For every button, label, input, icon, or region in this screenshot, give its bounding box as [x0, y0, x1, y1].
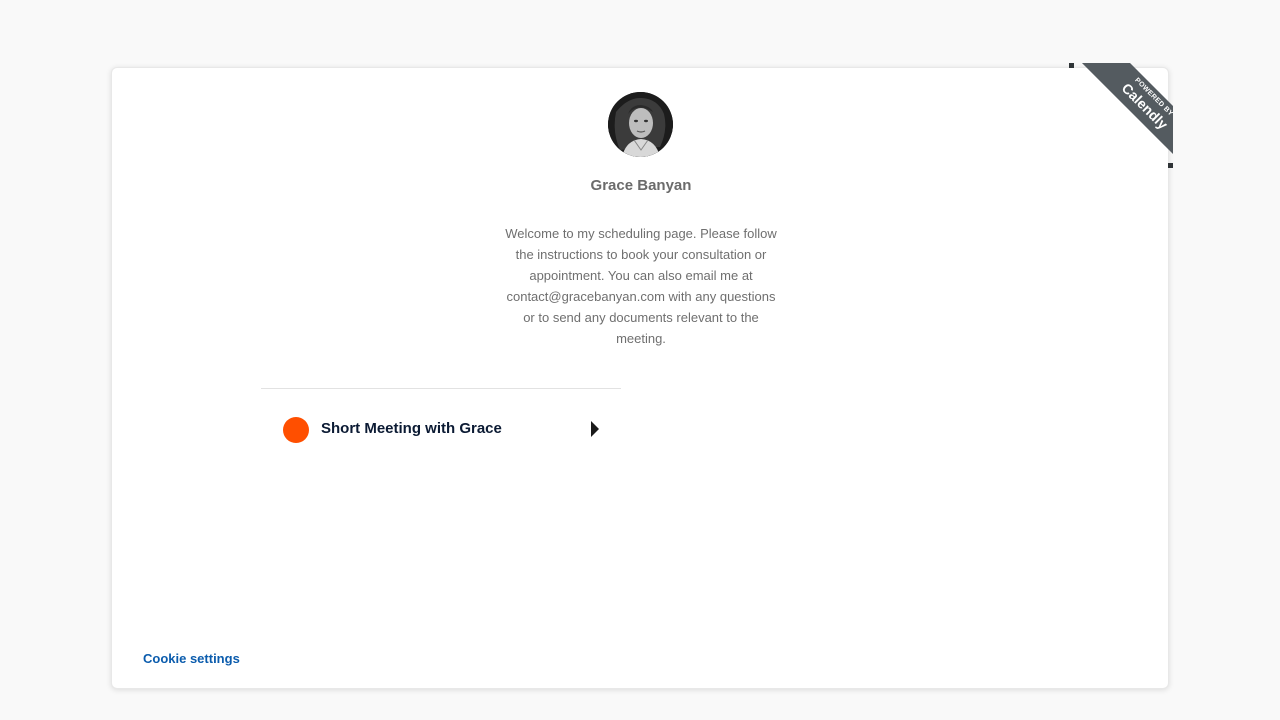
powered-by-calendly-badge[interactable]: POWERED BY Calendly	[1069, 63, 1173, 168]
scheduling-card: POWERED BY Calendly Grace Banyan Welcome…	[111, 63, 1173, 689]
avatar-photo	[608, 92, 673, 157]
ribbon-banner: POWERED BY Calendly	[1081, 63, 1173, 168]
divider	[261, 388, 621, 389]
cookie-settings-link[interactable]: Cookie settings	[143, 651, 240, 666]
welcome-message: Welcome to my scheduling page. Please fo…	[505, 226, 777, 346]
owner-name: Grace Banyan	[590, 177, 692, 194]
event-color-dot	[283, 417, 309, 443]
event-type-item[interactable]: Short Meeting with Grace	[261, 399, 621, 459]
avatar	[608, 92, 673, 157]
event-type-label: Short Meeting with Grace	[321, 420, 502, 437]
caret-right-icon	[591, 421, 599, 437]
ribbon-fold	[1168, 163, 1173, 168]
ribbon-fold	[1069, 63, 1074, 68]
